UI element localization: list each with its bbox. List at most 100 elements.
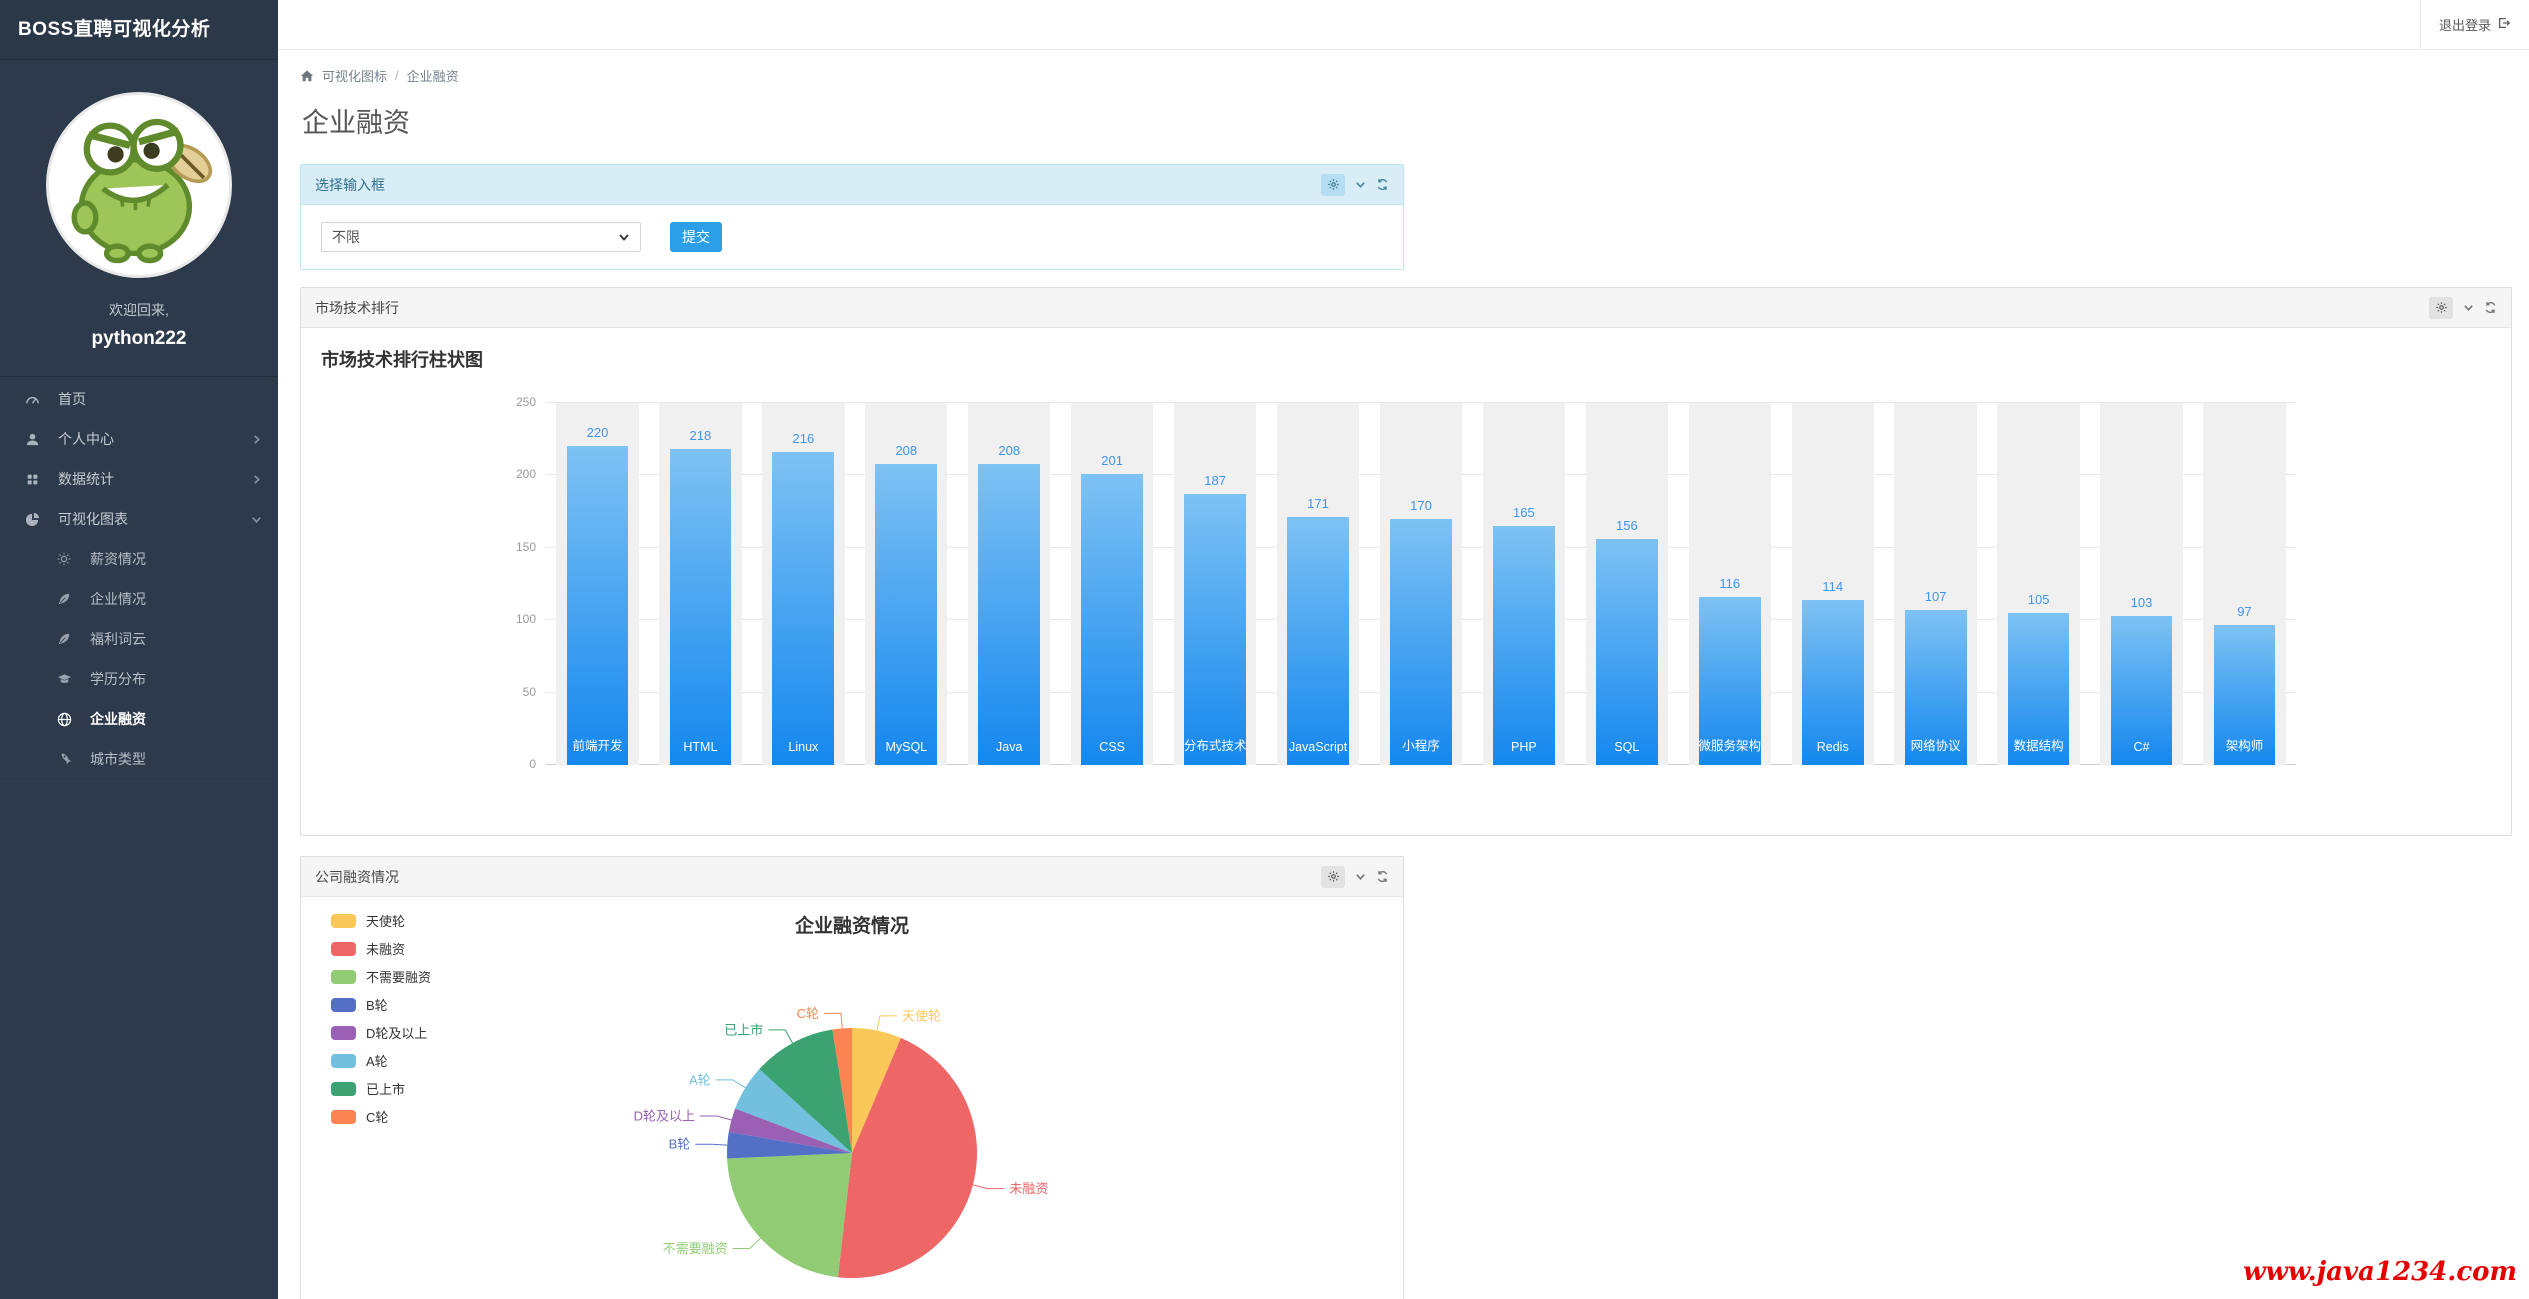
- collapse-chevron-icon[interactable]: [2463, 302, 2474, 313]
- legend-swatch: [331, 970, 356, 984]
- legend-swatch: [331, 1054, 356, 1068]
- sidebar-subitem-label: 企业情况: [90, 589, 146, 609]
- feather-icon: [56, 632, 72, 646]
- sidebar-item-个人中心[interactable]: 个人中心: [0, 419, 278, 459]
- bar-slot-数据结构[interactable]: 105数据结构: [1987, 403, 2090, 765]
- legend-swatch: [331, 1110, 356, 1124]
- sidebar-item-首页[interactable]: 首页: [0, 379, 278, 419]
- legend-item-未融资[interactable]: 未融资: [331, 939, 431, 958]
- y-axis-tick-label: 100: [516, 612, 536, 626]
- bar-chart-panel: 市场技术排行: [300, 287, 2512, 836]
- bar-category-label: Linux: [752, 740, 855, 754]
- bar-slot-Redis[interactable]: 114Redis: [1781, 403, 1884, 765]
- bar-value-label: 97: [2193, 604, 2296, 619]
- bar-slot-网络协议[interactable]: 107网络协议: [1884, 403, 1987, 765]
- legend-item-A轮[interactable]: A轮: [331, 1051, 431, 1070]
- bar-slot-C#[interactable]: 103C#: [2090, 403, 2193, 765]
- pie-slice-不需要融资[interactable]: [727, 1153, 852, 1277]
- bar-category-label: Java: [958, 740, 1061, 754]
- bar-value-label: 218: [649, 428, 752, 443]
- bar-slot-前端开发[interactable]: 220前端开发: [546, 403, 649, 765]
- bar-slot-JavaScript[interactable]: 171JavaScript: [1267, 403, 1370, 765]
- sidebar-subitem-label: 薪资情况: [90, 549, 146, 569]
- panel-tools: [1321, 174, 1389, 196]
- gear-icon[interactable]: [1321, 174, 1345, 196]
- bar-value-label: 187: [1164, 473, 1267, 488]
- sun-icon: [56, 552, 72, 566]
- bar-slot-分布式技术[interactable]: 187 分布式技术: [1164, 403, 1267, 765]
- bar-slot-PHP[interactable]: 165PHP: [1472, 403, 1575, 765]
- pie-panel-body: 天使轮未融资不需要融资B轮D轮及以上A轮已上市C轮 企业融资情况 天使轮未融资不…: [301, 897, 1403, 1299]
- main-area: 退出登录 可视化图标 / 企业融资 企业融资 选择输入框: [278, 0, 2529, 1299]
- chevron-right-icon: [251, 474, 262, 485]
- panel-tools: [2429, 297, 2497, 319]
- bar-slot-HTML[interactable]: 218 HTML: [649, 403, 752, 765]
- pie-chart-panel: 公司融资情况: [300, 856, 1404, 1299]
- sidebar-subitem-福利词云[interactable]: 福利词云: [0, 619, 278, 659]
- legend-item-已上市[interactable]: 已上市: [331, 1079, 431, 1098]
- legend-label: C轮: [366, 1107, 388, 1126]
- bar-slot-Linux[interactable]: 216 Linux: [752, 403, 855, 765]
- legend-item-B轮[interactable]: B轮: [331, 995, 431, 1014]
- sidebar-subitem-薪资情况[interactable]: 薪资情况: [0, 539, 278, 579]
- gear-icon[interactable]: [1321, 866, 1345, 888]
- bar-value-label: 171: [1267, 496, 1370, 511]
- legend-item-D轮及以上[interactable]: D轮及以上: [331, 1023, 431, 1042]
- grid-icon: [24, 473, 40, 486]
- gear-icon[interactable]: [2429, 297, 2453, 319]
- filter-panel: 选择输入框: [300, 164, 1404, 270]
- financing-select[interactable]: 不限: [321, 222, 641, 252]
- panel-tools: [1321, 866, 1389, 888]
- pie-label-leader-line: [716, 1080, 746, 1088]
- select-value: 不限: [332, 227, 360, 247]
- refresh-icon[interactable]: [1376, 178, 1389, 191]
- bar: [1493, 526, 1555, 765]
- sidebar-item-label: 个人中心: [58, 429, 114, 449]
- y-axis-tick-label: 200: [516, 467, 536, 481]
- chevron-down-icon: [618, 231, 630, 243]
- sidebar-subitem-企业情况[interactable]: 企业情况: [0, 579, 278, 619]
- bar-category-label: C#: [2090, 740, 2193, 754]
- legend-item-不需要融资[interactable]: 不需要融资: [331, 967, 431, 986]
- legend-label: B轮: [366, 995, 388, 1014]
- content: 可视化图标 / 企业融资 企业融资 选择输入框: [278, 66, 2529, 1299]
- legend-item-天使轮[interactable]: 天使轮: [331, 911, 431, 930]
- bar-category-label: 架构师: [2193, 735, 2296, 754]
- legend-item-C轮[interactable]: C轮: [331, 1107, 431, 1126]
- filter-panel-body: 不限 提交: [301, 205, 1403, 269]
- sidebar-subitem-学历分布[interactable]: 学历分布: [0, 659, 278, 699]
- chevron-down-icon: [251, 514, 262, 525]
- bar-value-label: 116: [1678, 576, 1781, 591]
- sidebar-item-数据统计[interactable]: 数据统计: [0, 459, 278, 499]
- collapse-chevron-icon[interactable]: [1355, 871, 1366, 882]
- sidebar-subitem-label: 城市类型: [90, 749, 146, 769]
- legend-label: A轮: [366, 1051, 388, 1070]
- welcome-text: 欢迎回来,: [0, 300, 278, 320]
- logout-button[interactable]: 退出登录: [2420, 0, 2529, 50]
- refresh-icon[interactable]: [2484, 301, 2497, 314]
- bar-slot-小程序[interactable]: 170小程序: [1370, 403, 1473, 765]
- home-icon[interactable]: [300, 69, 314, 83]
- bar-slot-架构师[interactable]: 97 架构师: [2193, 403, 2296, 765]
- pie-slice-label: C轮: [797, 1006, 819, 1021]
- pie-chart: 天使轮未融资不需要融资 B轮 D轮及以上 A轮已上市 C轮: [301, 897, 1403, 1299]
- bar-slot-SQL[interactable]: 156SQL: [1575, 403, 1678, 765]
- bar-slot-CSS[interactable]: 201CSS: [1061, 403, 1164, 765]
- bar-slot-微服务架构[interactable]: 116 微服务架构: [1678, 403, 1781, 765]
- chevron-right-icon: [251, 434, 262, 445]
- bar-slot-MySQL[interactable]: 208MySQL: [855, 403, 958, 765]
- collapse-chevron-icon[interactable]: [1355, 179, 1366, 190]
- breadcrumb-item[interactable]: 可视化图标: [322, 66, 387, 85]
- bar-category-label: 微服务架构: [1678, 735, 1781, 754]
- submit-button[interactable]: 提交: [670, 222, 722, 252]
- bar-value-label: 216: [752, 431, 855, 446]
- bar-category-label: HTML: [649, 740, 752, 754]
- bar-value-label: 170: [1370, 498, 1473, 513]
- refresh-icon[interactable]: [1376, 870, 1389, 883]
- sidebar-item-可视化图表[interactable]: 可视化图表: [0, 499, 278, 539]
- sidebar-subitem-城市类型[interactable]: 城市类型: [0, 739, 278, 779]
- bar-slot-Java[interactable]: 208Java: [958, 403, 1061, 765]
- sidebar-subitem-企业融资[interactable]: 企业融资: [0, 699, 278, 739]
- bar-category-label: 分布式技术: [1164, 735, 1267, 754]
- rocket-icon: [56, 752, 72, 767]
